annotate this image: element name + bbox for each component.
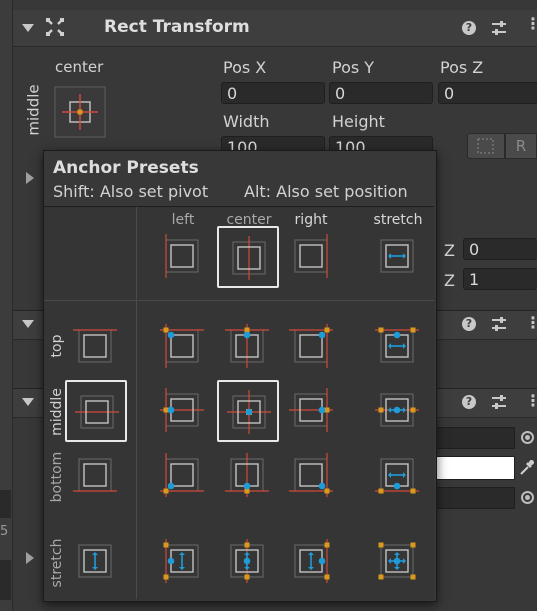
pos-z-label: Pos Z [440,58,484,77]
anchor-preset-stretch-top[interactable] [367,316,429,378]
left-strip [0,0,13,611]
anchor-preset-stretch-none[interactable] [367,226,429,288]
row-header-stretch: stretch [49,538,65,588]
pos-x-label: Pos X [223,58,267,77]
anchor-preset-left-top[interactable] [152,316,214,378]
height-label: Height [332,112,385,131]
preset-slider-icon[interactable] [491,394,507,410]
expand-triangle-icon[interactable] [26,172,34,184]
anchor-preset-center-none[interactable] [217,226,279,288]
object-field[interactable] [435,427,515,449]
object-field[interactable] [435,487,515,509]
anchor-preset-center-middle[interactable] [217,380,279,442]
side-z-label: Z [444,241,455,260]
help-icon[interactable]: ? [462,21,476,35]
anchor-h-label: center [55,58,104,76]
more-menu-icon[interactable]: ⋮ [525,16,537,32]
anchor-preset-left-stretch[interactable] [152,531,214,593]
rect-transform-icon [45,17,65,37]
blueprint-toggle-icon[interactable] [467,133,505,159]
row-header-middle: middle [49,388,65,436]
anchor-preset-button[interactable] [54,86,106,138]
side-z-field[interactable]: 0 [463,238,537,260]
preset-slider-icon[interactable] [491,20,507,36]
anchor-preset-right-bottom[interactable] [281,445,343,507]
component-header[interactable] [13,10,537,47]
anchor-preset-right-top[interactable] [281,316,343,378]
anchor-preset-none-top[interactable] [65,316,127,378]
pos-y-label: Pos Y [332,58,375,77]
anchor-preset-stretch-bottom[interactable] [367,445,429,507]
pos-z-field[interactable]: 0 [438,82,537,104]
anchor-preset-right-middle[interactable] [281,380,343,442]
anchor-preset-stretch-middle[interactable] [367,380,429,442]
anchor-preset-stretch-stretch[interactable] [367,531,429,593]
help-icon[interactable]: ? [462,317,476,331]
side-z-field[interactable]: 1 [463,268,537,290]
width-label: Width [223,112,270,131]
anchor-preset-center-stretch[interactable] [217,531,279,593]
row-header-bottom: bottom [49,451,65,503]
popup-title: Anchor Presets [53,158,199,178]
side-z-label: Z [444,271,455,290]
anchor-preset-left-bottom[interactable] [152,445,214,507]
anchor-preset-center-bottom[interactable] [217,445,279,507]
eyedropper-icon[interactable] [519,458,535,476]
anchor-preset-right-stretch[interactable] [281,531,343,593]
collapse-triangle-icon[interactable] [22,24,34,32]
anchor-preset-right-none[interactable] [281,226,343,288]
anchor-preset-center-top[interactable] [217,316,279,378]
anchor-preset-none-bottom[interactable] [65,445,127,507]
component-title: Rect Transform [104,17,250,37]
preset-slider-icon[interactable] [491,316,507,332]
object-picker-icon[interactable] [521,491,534,504]
pos-y-field[interactable]: 0 [329,82,433,104]
alt-info-text: Alt: Also set position [244,182,408,201]
shift-info-text: Shift: Also set pivot [53,182,209,201]
anchor-preset-left-middle[interactable] [152,380,214,442]
grid-divider [44,300,434,301]
row-header-top: top [49,334,65,358]
help-icon[interactable]: ? [462,395,476,409]
anchor-preset-left-none[interactable] [152,226,214,288]
anchor-preset-none-stretch[interactable] [65,531,127,593]
grid-divider [136,207,137,599]
more-menu-icon[interactable]: ⋮ [525,315,537,331]
anchor-v-label: middle [25,84,43,136]
raw-edit-icon[interactable]: R [505,133,537,159]
color-field[interactable] [435,456,515,480]
anchor-preset-none-middle[interactable] [65,380,127,442]
more-menu-icon[interactable]: ⋮ [525,393,537,409]
pos-x-field[interactable]: 0 [221,82,325,104]
strip-glyph: 5 [0,524,9,539]
object-picker-icon[interactable] [521,431,534,444]
